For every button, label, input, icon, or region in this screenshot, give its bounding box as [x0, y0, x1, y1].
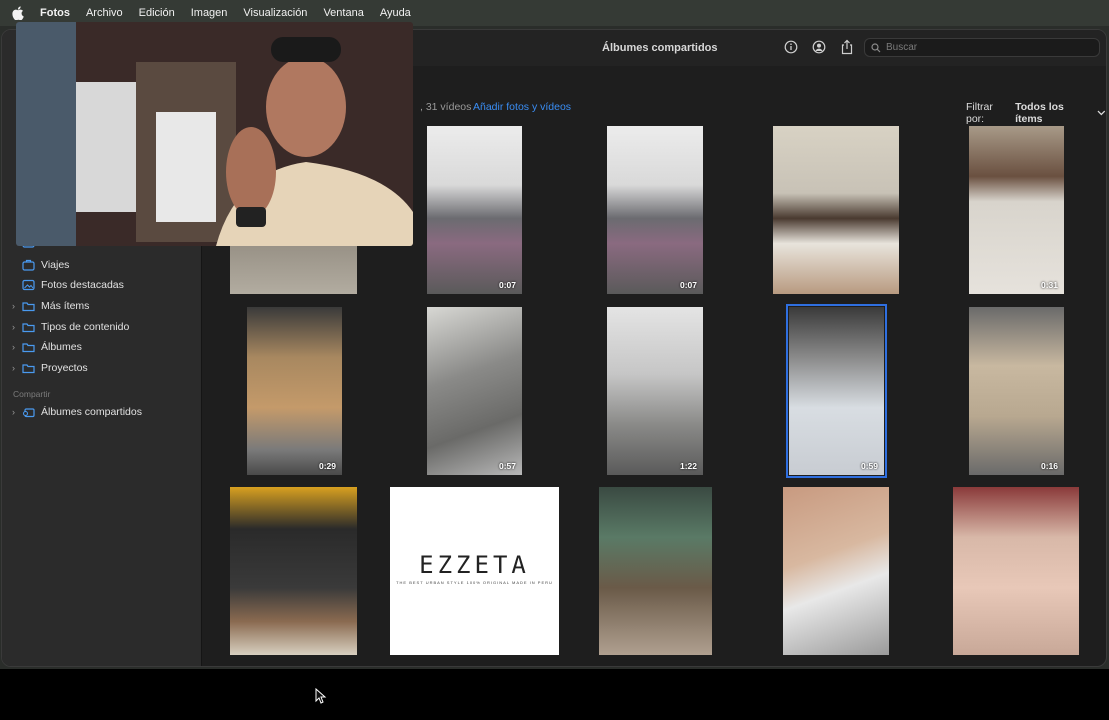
video-duration: 0:16 — [1040, 461, 1058, 471]
menu-imagen[interactable]: Imagen — [191, 7, 228, 19]
folder-icon — [22, 341, 35, 353]
video-duration: 0:07 — [679, 280, 697, 290]
video-thumbnail-selected[interactable]: 0:59 — [786, 304, 887, 478]
sidebar-section-compartir: Compartir — [13, 389, 51, 399]
featured-photos-icon — [22, 279, 35, 291]
item-count: , 31 vídeos — [420, 101, 472, 113]
sidebar-item-fotos-destacadas[interactable]: Fotos destacadas — [12, 277, 124, 293]
search-field[interactable] — [864, 38, 1100, 57]
video-duration: 1:22 — [679, 461, 697, 471]
sidebar-item-label: Álbumes compartidos — [41, 406, 142, 418]
video-thumbnail[interactable]: 0:57 — [427, 307, 522, 475]
menu-ayuda[interactable]: Ayuda — [380, 7, 411, 19]
search-icon — [871, 42, 881, 52]
sidebar-item-proyectos[interactable]: › Proyectos — [12, 360, 88, 376]
folder-icon — [22, 362, 35, 374]
sidebar-item-albumes-compartidos[interactable]: › Álbumes compartidos — [12, 404, 142, 420]
mouse-pointer-icon — [315, 687, 327, 709]
folder-icon — [22, 300, 35, 312]
sidebar-item-label: Más ítems — [41, 300, 90, 312]
sidebar-item-mas-items[interactable]: › Más ítems — [12, 298, 89, 314]
add-photos-link[interactable]: Añadir fotos y vídeos — [473, 101, 571, 113]
video-duration: 0:57 — [498, 461, 516, 471]
video-duration: 0:31 — [1040, 280, 1058, 290]
logo-tagline: THE BEST URBAN STYLE 100% ORIGINAL MADE … — [396, 580, 553, 585]
photo-thumbnail[interactable] — [783, 487, 889, 655]
photo-thumbnail[interactable] — [953, 487, 1079, 655]
video-duration: 0:07 — [498, 280, 516, 290]
video-thumbnail[interactable]: 0:07 — [607, 126, 703, 294]
video-thumbnail[interactable]: 0:29 — [247, 307, 342, 475]
sidebar-item-albumes[interactable]: › Álbumes — [12, 339, 82, 355]
menu-ventana[interactable]: Ventana — [323, 7, 363, 19]
sidebar-item-viajes[interactable]: Viajes — [12, 257, 69, 273]
sidebar-item-label: Tipos de contenido — [41, 321, 130, 333]
info-icon[interactable] — [784, 40, 798, 54]
sidebar-item-label: Fotos destacadas — [41, 279, 124, 291]
search-input[interactable] — [886, 42, 1086, 53]
chevron-right-icon[interactable]: › — [12, 363, 22, 373]
apple-menu-icon[interactable] — [12, 6, 26, 20]
video-thumbnail[interactable]: 1:22 — [607, 307, 703, 475]
sidebar-item-label: Viajes — [41, 259, 70, 271]
sidebar-item-tipos-de-contenido[interactable]: › Tipos de contenido — [12, 319, 129, 335]
menu-edicion[interactable]: Edición — [139, 7, 175, 19]
video-thumbnail[interactable]: 0:16 — [969, 307, 1064, 475]
video-thumbnail[interactable]: 0:31 — [969, 126, 1064, 294]
photo-thumbnail[interactable] — [599, 487, 712, 655]
chevron-right-icon[interactable]: › — [12, 301, 22, 311]
photo-thumbnail[interactable] — [773, 126, 899, 294]
logo-image[interactable]: EZZETA THE BEST URBAN STYLE 100% ORIGINA… — [390, 487, 559, 655]
window-title: Álbumes compartidos — [602, 42, 718, 54]
chevron-right-icon[interactable]: › — [12, 407, 22, 417]
chevron-down-icon — [1097, 110, 1106, 116]
logo-text: EZZETA — [419, 551, 530, 579]
video-duration: 0:59 — [860, 461, 878, 471]
filter-dropdown[interactable]: Filtrar por: Todos los ítems — [966, 101, 1106, 125]
chevron-right-icon[interactable]: › — [12, 322, 22, 332]
suitcase-icon — [22, 259, 35, 271]
shared-album-icon — [22, 406, 35, 418]
menu-archivo[interactable]: Archivo — [86, 7, 123, 19]
menu-visualizacion[interactable]: Visualización — [243, 7, 307, 19]
picture-in-picture-video[interactable] — [16, 22, 413, 246]
people-icon[interactable] — [812, 40, 826, 54]
video-duration: 0:29 — [318, 461, 336, 471]
filter-value: Todos los ítems — [1015, 101, 1064, 125]
share-icon[interactable] — [840, 39, 854, 55]
video-thumbnail[interactable]: 0:07 — [427, 126, 522, 294]
filter-label: Filtrar por: — [966, 101, 993, 125]
sidebar-item-label: Álbumes — [41, 341, 82, 353]
menu-app-name[interactable]: Fotos — [40, 7, 70, 19]
photo-thumbnail[interactable] — [230, 487, 357, 655]
folder-icon — [22, 321, 35, 333]
sidebar-item-label: Proyectos — [41, 362, 88, 374]
chevron-right-icon[interactable]: › — [12, 342, 22, 352]
